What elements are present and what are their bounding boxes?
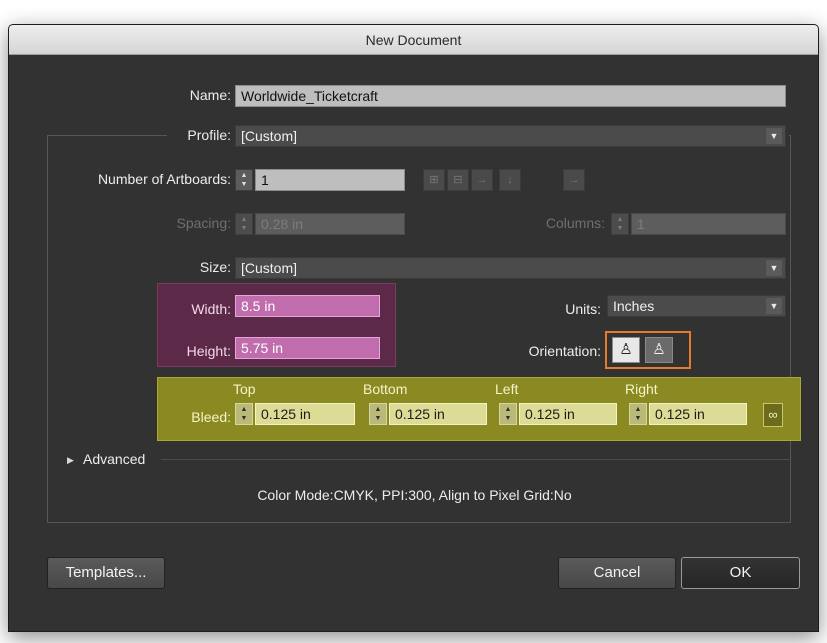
units-dropdown[interactable]: Inches ▼ [607,295,786,317]
ok-button[interactable]: OK [681,557,800,589]
profile-dropdown[interactable]: [Custom] ▼ [235,125,786,147]
bleed-left-field[interactable]: 0.125 in [519,403,617,425]
chevron-down-icon: ▼ [766,128,782,144]
spacing-label: Spacing: [176,215,231,231]
chevron-down-icon: ▼ [766,298,782,314]
artboards-stepper[interactable]: ▲ ▼ [235,169,253,191]
new-document-dialog: New Document Name: Worldwide_Ticketcraft… [8,24,819,632]
cancel-button[interactable]: Cancel [558,557,676,589]
bleed-top-label: Top [233,381,256,397]
columns-field[interactable]: 1 [631,213,786,235]
height-label: Height: [186,343,231,359]
columns-label: Columns: [545,215,605,231]
width-field[interactable]: 8.5 in [235,295,380,317]
right-to-left-layout-icon[interactable]: → [563,169,585,191]
artboards-field[interactable]: 1 [255,169,405,191]
profile-value: [Custom] [241,128,298,144]
bleed-right-stepper[interactable]: ▲ ▼ [629,403,647,425]
name-field[interactable]: Worldwide_Ticketcraft [235,85,786,107]
width-label: Width: [191,301,231,317]
artboards-label: Number of Artboards: [97,171,231,187]
spacing-field[interactable]: 0.28 in [255,213,405,235]
bleed-right-label: Right [625,381,658,397]
bleed-bottom-field[interactable]: 0.125 in [389,403,487,425]
disclosure-triangle-icon[interactable]: ▶ [67,455,74,466]
bleed-right-field[interactable]: 0.125 in [649,403,747,425]
name-label: Name: [189,87,231,103]
chevron-down-icon: ▼ [766,260,782,276]
bleed-left-stepper[interactable]: ▲ ▼ [499,403,517,425]
size-label: Size: [199,259,231,275]
spacing-stepper[interactable]: ▲ ▼ [235,213,253,235]
link-icon[interactable]: ∞ [763,403,783,427]
size-value: [Custom] [241,260,298,276]
grid-by-row-icon[interactable]: ⊞ [423,169,445,191]
orientation-label: Orientation: [528,343,601,359]
bleed-bottom-stepper[interactable]: ▲ ▼ [369,403,387,425]
profile-label: Profile: [187,127,231,143]
bleed-top-stepper[interactable]: ▲ ▼ [235,403,253,425]
document-info-text: Color Mode:CMYK, PPI:300, Align to Pixel… [257,487,572,503]
dialog-title: New Document [9,25,818,55]
bleed-left-label: Left [495,381,519,397]
grid-by-column-icon[interactable]: ⊟ [447,169,469,191]
units-value: Inches [613,298,655,314]
bleed-bottom-label: Bottom [363,381,408,397]
arrange-by-row-icon[interactable]: → [471,169,493,191]
columns-stepper[interactable]: ▲ ▼ [611,213,629,235]
units-label: Units: [565,301,601,317]
arrange-by-column-icon[interactable]: ↓ [499,169,521,191]
portrait-icon[interactable]: ♙ [612,337,640,363]
bleed-label: Bleed: [191,409,231,425]
size-dropdown[interactable]: [Custom] ▼ [235,257,786,279]
advanced-toggle[interactable]: Advanced [83,451,145,467]
landscape-icon[interactable]: ♙ [645,337,673,363]
templates-button[interactable]: Templates... [47,557,165,589]
bleed-top-field[interactable]: 0.125 in [255,403,355,425]
advanced-divider [161,459,789,460]
height-field[interactable]: 5.75 in [235,337,380,359]
